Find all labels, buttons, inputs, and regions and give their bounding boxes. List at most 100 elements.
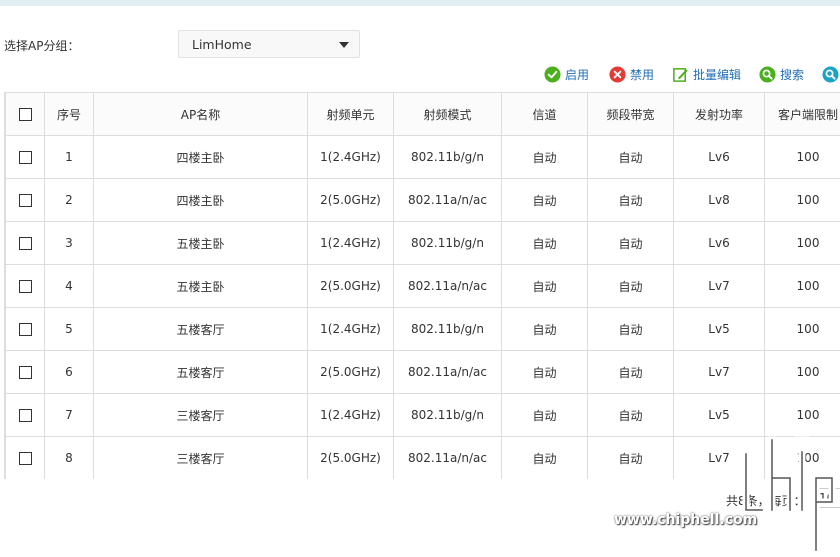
- cell-ap-name: 五楼主卧: [93, 264, 308, 308]
- cell-radio-unit: 2(5.0GHz): [307, 264, 394, 308]
- cell-radio-unit: 2(5.0GHz): [307, 178, 394, 222]
- cell-radio-unit: 2(5.0GHz): [307, 436, 394, 479]
- header-radio-unit: 射频单元: [307, 92, 394, 136]
- cell-tx-power: Lv7: [673, 350, 765, 394]
- cell-bandwidth: 自动: [587, 307, 674, 351]
- table-row[interactable]: 5 五楼客厅 1(2.4GHz) 802.11b/g/n 自动 自动 Lv5 1…: [5, 307, 840, 351]
- advanced-search-button[interactable]: [822, 64, 839, 84]
- ap-table-container: 序号 AP名称 射频单元 射频模式 信道 频段带宽 发射功率 客户端限制 1 四…: [4, 92, 840, 479]
- row-select-cell[interactable]: [5, 350, 45, 394]
- cell-radio-mode: 802.11b/g/n: [393, 393, 502, 437]
- row-checkbox[interactable]: [18, 151, 32, 164]
- table-row[interactable]: 3 五楼主卧 1(2.4GHz) 802.11b/g/n 自动 自动 Lv6 1…: [5, 221, 840, 265]
- batch-edit-button[interactable]: 批量编辑: [672, 64, 741, 84]
- row-select-cell[interactable]: [5, 178, 45, 222]
- cell-ap-name: 四楼主卧: [93, 135, 308, 179]
- row-checkbox[interactable]: [18, 280, 32, 293]
- cell-ap-name: 五楼主卧: [93, 221, 308, 265]
- watermark-text: www.chiphell.com: [614, 512, 758, 528]
- zoom-search-icon: [822, 65, 839, 83]
- enable-button[interactable]: 启用: [544, 64, 589, 84]
- search-icon: [759, 65, 776, 83]
- cell-tx-power: Lv5: [673, 393, 765, 437]
- cell-bandwidth: 自动: [587, 221, 674, 265]
- table-row[interactable]: 4 五楼主卧 2(5.0GHz) 802.11a/n/ac 自动 自动 Lv7 …: [5, 264, 840, 308]
- cell-tx-power: Lv6: [673, 221, 765, 265]
- table-row[interactable]: 8 三楼客厅 2(5.0GHz) 802.11a/n/ac 自动 自动 Lv7 …: [5, 436, 840, 479]
- cell-radio-mode: 802.11a/n/ac: [393, 436, 502, 479]
- cell-client-limit: 100: [764, 393, 840, 437]
- row-checkbox[interactable]: [18, 237, 32, 250]
- cell-ap-name: 五楼客厅: [93, 307, 308, 351]
- header-tx-power: 发射功率: [673, 92, 765, 136]
- row-checkbox[interactable]: [18, 452, 32, 465]
- cell-client-limit: 100: [764, 178, 840, 222]
- table-row[interactable]: 2 四楼主卧 2(5.0GHz) 802.11a/n/ac 自动 自动 Lv8 …: [5, 178, 840, 222]
- select-all-cell[interactable]: [5, 92, 45, 136]
- cell-client-limit: 100: [764, 307, 840, 351]
- cell-radio-mode: 802.11a/n/ac: [393, 264, 502, 308]
- cell-radio-unit: 1(2.4GHz): [307, 307, 394, 351]
- cell-bandwidth: 自动: [587, 350, 674, 394]
- cell-channel: 自动: [501, 178, 588, 222]
- cell-index: 4: [44, 264, 94, 308]
- cell-ap-name: 三楼客厅: [93, 436, 308, 479]
- row-checkbox[interactable]: [18, 194, 32, 207]
- cell-client-limit: 100: [764, 264, 840, 308]
- ap-group-selected-value: LimHome: [192, 37, 252, 52]
- cell-index: 2: [44, 178, 94, 222]
- cell-radio-mode: 802.11a/n/ac: [393, 178, 502, 222]
- row-select-cell[interactable]: [5, 221, 45, 265]
- batch-edit-label: 批量编辑: [693, 67, 742, 82]
- cell-radio-mode: 802.11b/g/n: [393, 135, 502, 179]
- disable-button[interactable]: 禁用: [609, 64, 654, 84]
- table-row[interactable]: 6 五楼客厅 2(5.0GHz) 802.11a/n/ac 自动 自动 Lv7 …: [5, 350, 840, 394]
- edit-icon: [673, 67, 688, 82]
- cell-index: 8: [44, 436, 94, 479]
- search-button[interactable]: 搜索: [759, 64, 804, 84]
- cell-client-limit: 100: [764, 135, 840, 179]
- cell-tx-power: Lv7: [673, 264, 765, 308]
- header-bandwidth: 频段带宽: [587, 92, 674, 136]
- table-row[interactable]: 1 四楼主卧 1(2.4GHz) 802.11b/g/n 自动 自动 Lv6 1…: [5, 135, 840, 179]
- top-bar: [0, 0, 840, 6]
- row-checkbox[interactable]: [18, 323, 32, 336]
- cell-radio-unit: 1(2.4GHz): [307, 221, 394, 265]
- cell-channel: 自动: [501, 264, 588, 308]
- row-select-cell[interactable]: [5, 135, 45, 179]
- cell-radio-unit: 1(2.4GHz): [307, 135, 394, 179]
- header-index: 序号: [44, 92, 94, 136]
- ap-table: 序号 AP名称 射频单元 射频模式 信道 频段带宽 发射功率 客户端限制 1 四…: [5, 92, 840, 479]
- cell-ap-name: 三楼客厅: [93, 393, 308, 437]
- cell-channel: 自动: [501, 221, 588, 265]
- cell-channel: 自动: [501, 393, 588, 437]
- row-select-cell[interactable]: [5, 436, 45, 479]
- ap-group-select[interactable]: LimHome: [178, 30, 360, 58]
- row-checkbox[interactable]: [18, 366, 32, 379]
- cell-index: 5: [44, 307, 94, 351]
- cell-radio-unit: 2(5.0GHz): [307, 350, 394, 394]
- cell-index: 6: [44, 350, 94, 394]
- disable-label: 禁用: [630, 67, 655, 82]
- row-select-cell[interactable]: [5, 307, 45, 351]
- header-radio-mode: 射频模式: [393, 92, 502, 136]
- row-select-cell[interactable]: [5, 393, 45, 437]
- row-select-cell[interactable]: [5, 264, 45, 308]
- select-all-checkbox[interactable]: [18, 108, 32, 121]
- chevron-down-icon: [339, 42, 349, 48]
- cell-tx-power: Lv5: [673, 307, 765, 351]
- cell-radio-unit: 1(2.4GHz): [307, 393, 394, 437]
- cell-ap-name: 四楼主卧: [93, 178, 308, 222]
- cell-radio-mode: 802.11b/g/n: [393, 307, 502, 351]
- header-ap-name: AP名称: [93, 92, 308, 136]
- cell-client-limit: 100: [764, 350, 840, 394]
- cell-index: 3: [44, 221, 94, 265]
- header-channel: 信道: [501, 92, 588, 136]
- cell-bandwidth: 自动: [587, 135, 674, 179]
- cell-bandwidth: 自动: [587, 264, 674, 308]
- enable-label: 启用: [565, 67, 590, 82]
- row-checkbox[interactable]: [18, 409, 32, 422]
- table-row[interactable]: 7 三楼客厅 1(2.4GHz) 802.11b/g/n 自动 自动 Lv5 1…: [5, 393, 840, 437]
- cell-radio-mode: 802.11a/n/ac: [393, 350, 502, 394]
- toolbar: 启用 禁用 批量编辑 搜索: [0, 64, 840, 84]
